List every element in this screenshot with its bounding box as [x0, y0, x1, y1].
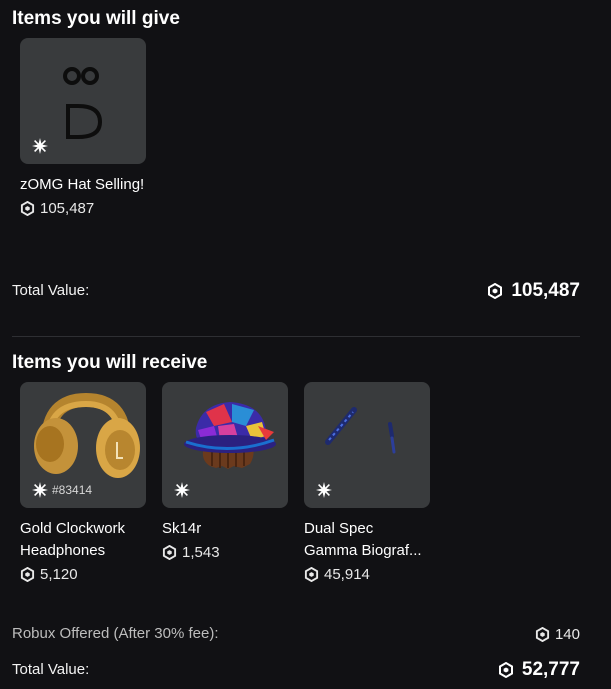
section-divider	[12, 336, 580, 337]
sparkle-icon	[32, 138, 48, 154]
receive-total-value: 52,777	[498, 659, 580, 681]
item-price-value: 45,914	[324, 566, 370, 583]
item-price-value: 5,120	[40, 566, 78, 583]
robux-icon	[304, 567, 319, 582]
give-item-card[interactable]: zOMG Hat Selling! 105,487	[20, 38, 146, 217]
robux-icon	[535, 627, 550, 642]
item-thumbnail[interactable]	[20, 38, 146, 164]
item-thumbnail[interactable]	[304, 382, 430, 508]
robux-icon	[20, 567, 35, 582]
receive-total-amount: 52,777	[521, 659, 580, 680]
receive-item-card[interactable]: #83414 Gold Clockwork Headphones 5,120	[20, 382, 146, 583]
item-thumbnail[interactable]	[162, 382, 288, 508]
receive-item-card[interactable]: Dual Spec Gamma Biograf... 45,914	[304, 382, 430, 583]
item-name[interactable]: Gold Clockwork Headphones	[20, 518, 146, 562]
item-price: 5,120	[20, 566, 146, 583]
robux-icon	[488, 283, 503, 299]
receive-total-label: Total Value:	[12, 661, 90, 678]
robux-icon	[20, 201, 35, 216]
serial-number: #83414	[52, 483, 93, 497]
sparkle-icon	[174, 482, 190, 498]
give-total-value: 105,487	[487, 280, 580, 302]
sparkle-icon	[316, 482, 332, 498]
give-section-title: Items you will give	[12, 8, 180, 29]
item-name[interactable]: Sk14r	[162, 518, 288, 540]
item-price: 1,543	[162, 544, 288, 561]
receive-section-title: Items you will receive	[12, 352, 208, 373]
robux-offered-value: 140	[535, 626, 580, 643]
robux-icon	[162, 545, 177, 560]
robux-offered-amount: 140	[554, 626, 580, 643]
trade-panel: Items you will give zOMG Hat Selling! 10…	[0, 0, 611, 689]
item-name[interactable]: zOMG Hat Selling!	[20, 174, 146, 196]
item-price-value: 1,543	[182, 544, 220, 561]
sparkle-icon	[32, 482, 48, 498]
item-price: 45,914	[304, 566, 430, 583]
robux-offered-label: Robux Offered (After 30% fee):	[12, 625, 219, 642]
item-name[interactable]: Dual Spec Gamma Biograf...	[304, 518, 430, 562]
give-total-label: Total Value:	[12, 282, 90, 299]
item-thumbnail[interactable]: #83414	[20, 382, 146, 508]
item-price: 105,487	[20, 200, 146, 217]
give-total-amount: 105,487	[511, 280, 580, 301]
receive-item-card[interactable]: Sk14r 1,543	[162, 382, 288, 561]
robux-icon	[498, 662, 513, 678]
item-price-value: 105,487	[40, 200, 95, 217]
